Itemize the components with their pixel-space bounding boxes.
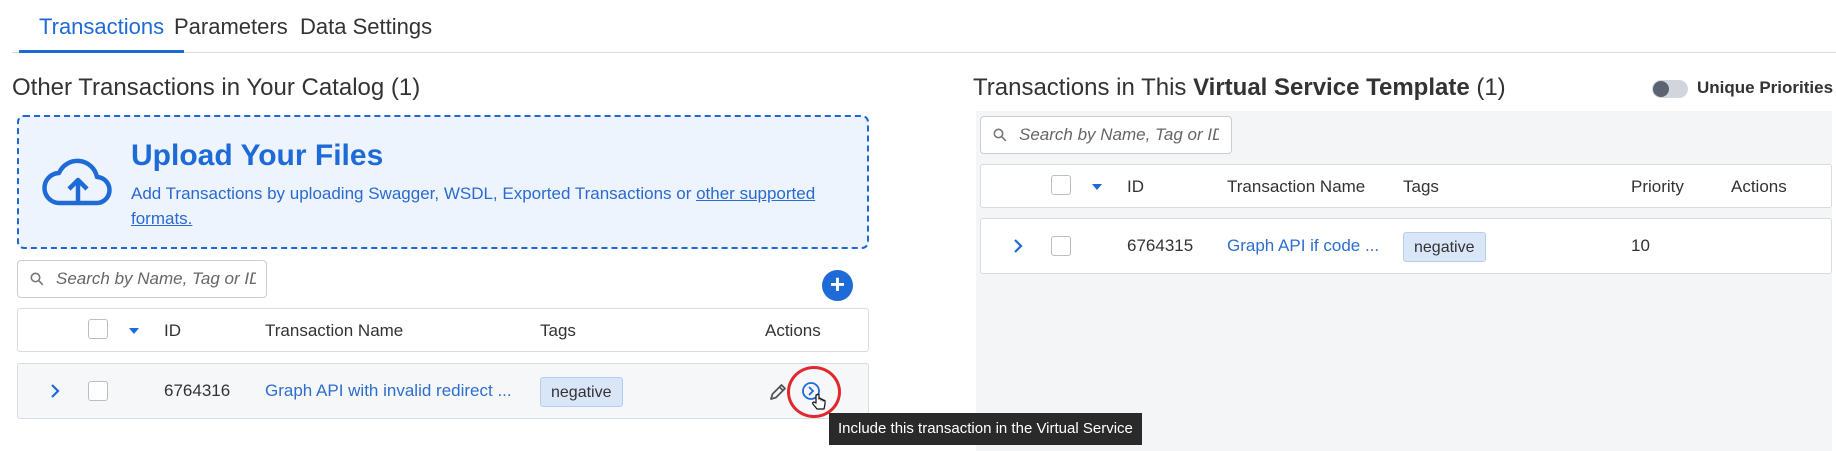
left-search	[17, 260, 267, 298]
tab-bar: Transactions Parameters Data Settings	[12, 0, 1836, 53]
col-id: ID	[1127, 177, 1144, 196]
col-priority: Priority	[1631, 177, 1684, 196]
table-row: 6764316 Graph API with invalid redirect …	[17, 363, 869, 419]
upload-title: Upload Your Files	[131, 139, 384, 172]
template-panel	[976, 111, 1832, 451]
template-title-count: (1)	[1469, 74, 1506, 101]
hand-cursor-icon	[811, 393, 826, 410]
col-actions: Actions	[1731, 177, 1787, 196]
upload-desc-text: Add Transactions by uploading Swagger, W…	[131, 184, 697, 203]
upload-description: Add Transactions by uploading Swagger, W…	[131, 181, 851, 231]
col-actions: Actions	[765, 321, 821, 340]
col-transaction-name: Transaction Name	[265, 321, 404, 340]
template-title-bold: Virtual Service Template	[1193, 74, 1470, 101]
col-id: ID	[164, 321, 181, 340]
toggle-knob	[1653, 81, 1669, 97]
select-all-checkbox[interactable]	[88, 319, 108, 339]
select-all-checkbox[interactable]	[1051, 175, 1071, 195]
col-transaction-name: Transaction Name	[1227, 177, 1366, 196]
col-tags: Tags	[1403, 177, 1439, 196]
search-icon	[30, 272, 44, 286]
catalog-title: Other Transactions in Your Catalog (1)	[12, 74, 421, 101]
add-transaction-button[interactable]: +	[822, 270, 853, 301]
col-tags: Tags	[540, 321, 576, 340]
cloud-upload-icon	[42, 158, 112, 206]
table-row: 6764315 Graph API if code ... negative 1…	[980, 218, 1832, 274]
row-transaction-name-link[interactable]: Graph API if code ...	[1227, 236, 1379, 256]
select-options-caret-icon[interactable]	[1092, 184, 1102, 190]
chevron-right-icon[interactable]	[1011, 236, 1025, 256]
search-icon	[993, 128, 1007, 142]
row-priority: 10	[1631, 236, 1650, 255]
template-title-prefix: Transactions in This	[973, 74, 1194, 101]
pencil-icon[interactable]	[768, 382, 788, 402]
row-transaction-name-link[interactable]: Graph API with invalid redirect ...	[265, 381, 512, 401]
row-checkbox[interactable]	[1051, 236, 1071, 256]
tab-data-settings[interactable]: Data Settings	[280, 14, 452, 53]
unique-priorities-toggle[interactable]	[1652, 80, 1688, 98]
row-tag: negative	[1403, 232, 1486, 262]
template-title: Transactions in This Virtual Service Tem…	[973, 74, 1506, 102]
upload-dropzone[interactable]: Upload Your Files Add Transactions by up…	[17, 115, 869, 249]
row-checkbox[interactable]	[88, 381, 108, 401]
unique-priorities-label: Unique Priorities	[1697, 78, 1834, 97]
right-search-input[interactable]	[1019, 117, 1219, 153]
select-options-caret-icon[interactable]	[129, 328, 139, 334]
include-tooltip: Include this transaction in the Virtual …	[829, 413, 1142, 445]
row-tag: negative	[540, 377, 623, 407]
row-id: 6764315	[1127, 236, 1194, 255]
left-table-header: ID Transaction Name Tags Actions	[17, 308, 869, 352]
chevron-right-icon[interactable]	[48, 381, 62, 401]
row-id: 6764316	[164, 381, 231, 400]
right-search	[980, 116, 1232, 154]
right-table-header: ID Transaction Name Tags Priority Action…	[980, 164, 1832, 208]
left-search-input[interactable]	[56, 261, 256, 297]
